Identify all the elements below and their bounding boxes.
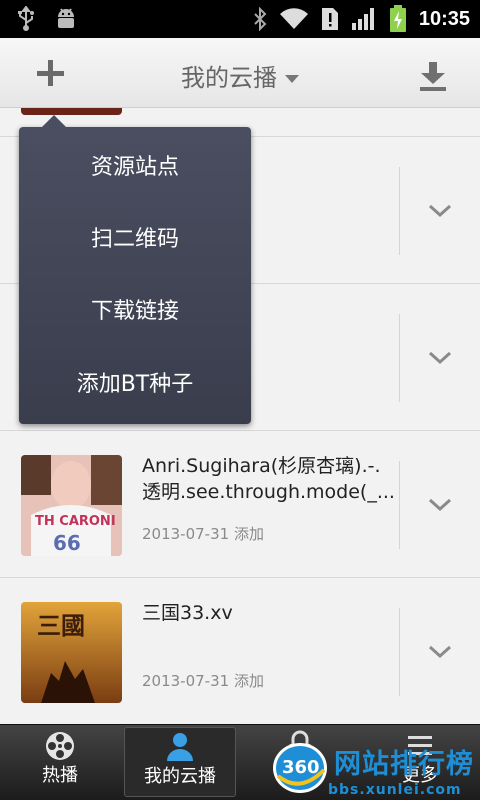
divider <box>399 461 400 549</box>
signal-icon <box>351 7 377 31</box>
divider <box>399 167 400 255</box>
sim-alert-icon <box>321 7 339 31</box>
user-icon <box>167 733 193 761</box>
divider <box>399 608 400 696</box>
video-thumbnail: 三國 <box>21 602 122 703</box>
chevron-down-icon <box>428 645 452 659</box>
expand-button[interactable] <box>422 344 458 372</box>
logo-360-icon: 360 <box>270 740 330 796</box>
list-item[interactable]: 三國 三国33.xv 2013-07-31 添加 <box>0 578 480 724</box>
chevron-down-icon <box>428 351 452 365</box>
wifi-icon <box>279 8 309 30</box>
watermark-text: 网站排行榜 <box>334 749 474 780</box>
menu-item-scan-qr[interactable]: 扫二维码 <box>19 210 251 270</box>
expand-button[interactable] <box>422 491 458 519</box>
chevron-down-icon <box>285 75 299 83</box>
expand-button[interactable] <box>422 197 458 225</box>
menu-item-add-bt-seed[interactable]: 添加BT种子 <box>19 355 251 415</box>
video-date: 2013-07-31 添加 <box>142 672 264 690</box>
video-thumbnail: TH CARONI 66 <box>21 455 122 556</box>
chevron-down-icon <box>428 204 452 218</box>
watermark-url: bbs.xunlei.com <box>328 782 462 798</box>
svg-text:66: 66 <box>53 531 81 555</box>
video-date: 2013-07-31 添加 <box>142 525 264 543</box>
popup-arrow <box>41 115 67 128</box>
video-title: 三国33.xv <box>142 602 233 624</box>
android-icon <box>54 6 78 32</box>
tab-hot[interactable]: 热播 <box>4 727 116 797</box>
list-item[interactable]: TH CARONI 66 Anri.Sugihara(杉原杏璃).-. 透明.s… <box>0 431 480 578</box>
svg-text:三國: 三國 <box>37 611 85 640</box>
video-title-line: 透明.see.through.mode(_... <box>142 481 395 503</box>
video-title: xv <box>222 306 477 332</box>
battery-charging-icon <box>389 5 407 33</box>
watermark: 360 网站排行榜 bbs.xunlei.com <box>268 738 480 800</box>
video-title: Anri.Sugihara(杉原杏璃).-. 透明.see.through.mo… <box>142 453 397 505</box>
download-button[interactable] <box>418 60 448 92</box>
menu-item-resource-sites[interactable]: 资源站点 <box>19 138 251 198</box>
header-title-dropdown[interactable]: 我的云播 <box>0 58 480 93</box>
video-thumbnail <box>21 108 122 115</box>
status-time: 10:35 <box>418 7 470 30</box>
app-header: 我的云播 <box>0 38 480 108</box>
tab-label: 我的云播 <box>144 766 216 787</box>
tab-label: 热播 <box>42 765 78 786</box>
tab-my-cloud[interactable]: 我的云播 <box>124 727 236 797</box>
video-title-line: Anri.Sugihara(杉原杏璃).-. <box>142 455 381 477</box>
svg-text:TH CARONI: TH CARONI <box>35 514 116 529</box>
status-bar: 10:35 <box>0 0 480 38</box>
expand-button[interactable] <box>422 638 458 666</box>
usb-icon <box>16 6 36 32</box>
chevron-down-icon <box>428 498 452 512</box>
divider <box>399 314 400 402</box>
page-title: 我的云播 <box>181 64 277 92</box>
film-reel-icon <box>46 732 74 760</box>
bluetooth-icon <box>253 7 267 31</box>
menu-item-download-link[interactable]: 下载链接 <box>19 282 251 342</box>
download-icon <box>420 62 446 91</box>
watermark-logo-text: 360 <box>282 757 320 778</box>
add-popup-menu: 资源站点 扫二维码 下载链接 添加BT种子 <box>19 115 251 424</box>
